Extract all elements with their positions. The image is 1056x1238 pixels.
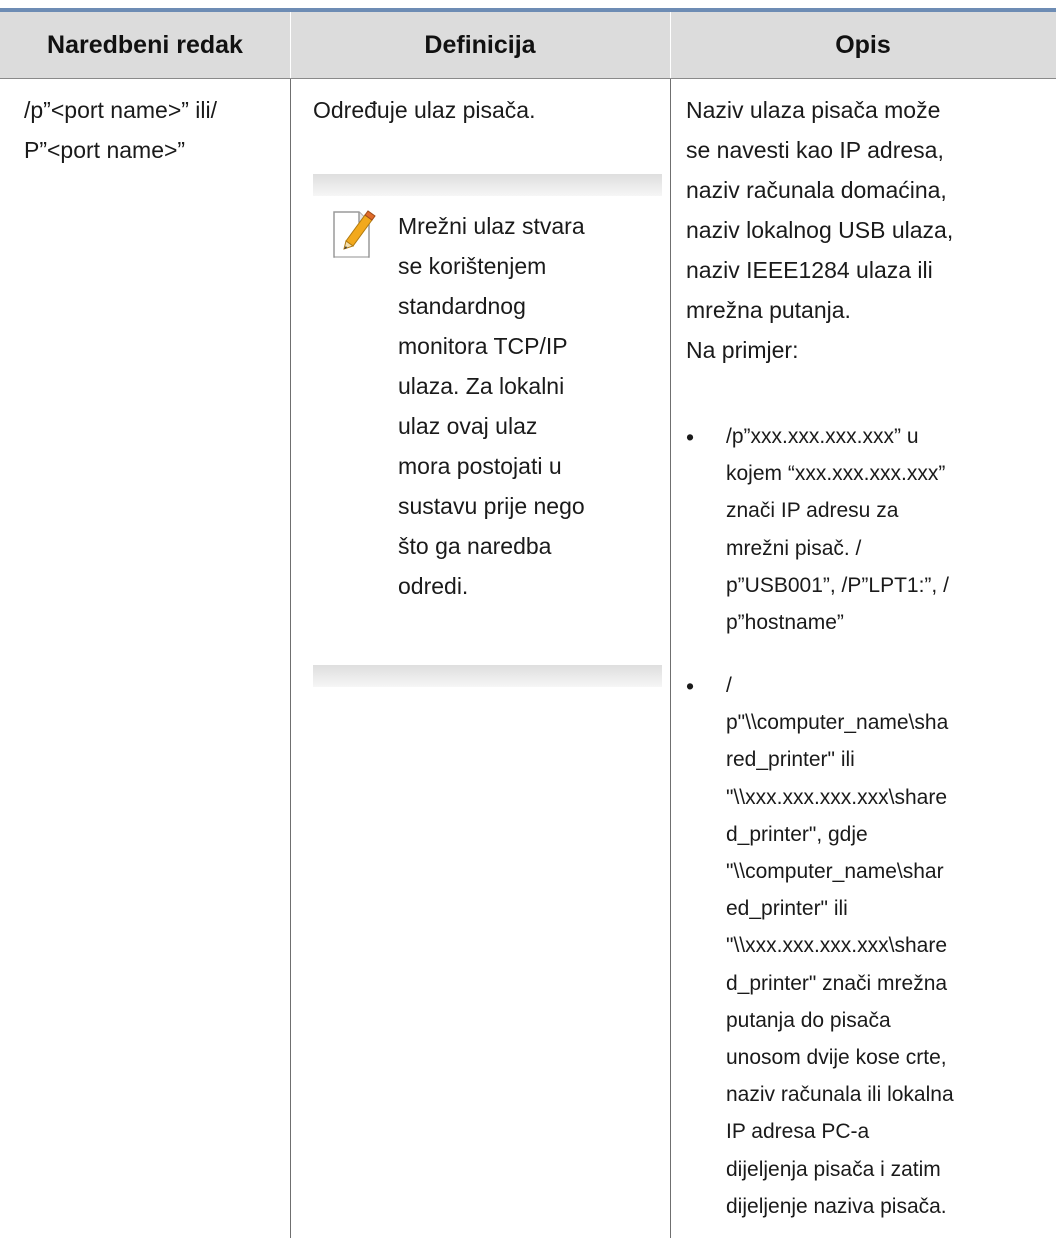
table-header-row: Naredbeni redak Definicija Opis (0, 12, 1056, 78)
list-item: / p"\\computer_name\sha red_printer" ili… (726, 674, 954, 1218)
header-description: Opis (835, 30, 891, 59)
command-cell: /p”<port name>” ili/ P”<port name>” (24, 97, 218, 163)
note-text: Mrežni ulaz stvara se korištenjem standa… (398, 213, 585, 599)
bullet-marker: • (686, 673, 695, 699)
list-item: /p”xxx.xxx.xxx.xxx” u kojem “xxx.xxx.xxx… (726, 425, 949, 635)
header-divider (670, 12, 671, 78)
header-command-line: Naredbeni redak (47, 30, 243, 59)
header-bottom-rule (0, 78, 1056, 79)
note-pencil-icon (333, 210, 376, 258)
column-divider (670, 79, 671, 1238)
note-top-bar (313, 174, 662, 196)
note-bottom-bar (313, 665, 662, 687)
header-definition: Definicija (424, 30, 536, 59)
header-divider (290, 12, 291, 78)
bullet-marker: • (686, 424, 695, 450)
example-label: Na primjer: (686, 337, 799, 363)
definition-cell: Određuje ulaz pisača. (313, 97, 536, 123)
column-divider (290, 79, 291, 1238)
description-text: Naziv ulaza pisača može se navesti kao I… (686, 97, 954, 323)
